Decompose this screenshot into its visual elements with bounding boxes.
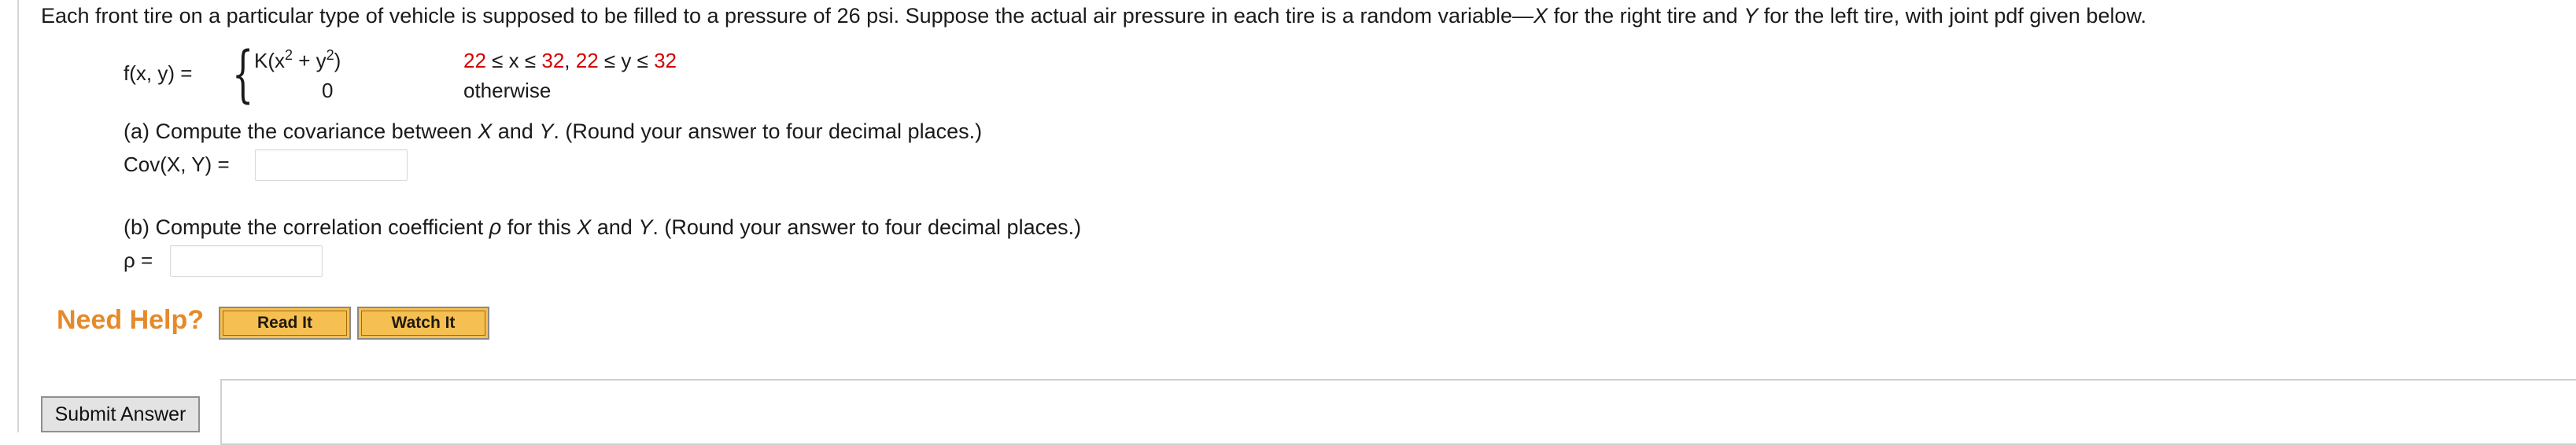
var-x: X [1533, 4, 1548, 28]
case1-expr-a: K(x [254, 49, 285, 72]
intro-text-1: Each front tire on a particular type of … [41, 4, 1534, 28]
part-b-prompt: (b) Compute the correlation coefficient … [124, 215, 1081, 240]
part-a-var-y: Y [539, 120, 554, 143]
joint-pdf: f(x, y) = { K(x2 + y2) 22 ≤ x ≤ 32, 22 ≤… [124, 39, 832, 115]
need-help-label: Need Help? [57, 305, 205, 335]
page-left-border [0, 0, 19, 432]
read-it-button[interactable]: Read It [219, 307, 351, 340]
part-b-text-4: . (Round your answer to four decimal pla… [652, 215, 1082, 239]
question-intro: Each front tire on a particular type of … [41, 2, 2146, 30]
intro-text-3: for the left tire, with joint pdf given … [1758, 4, 2146, 28]
part-b-text-3: and [591, 215, 639, 239]
cond-separator: , [564, 49, 576, 72]
y-inequality: ≤ y ≤ [598, 49, 655, 72]
y-upper-bound: 32 [654, 49, 677, 72]
covariance-answer-input[interactable] [255, 149, 408, 181]
intro-text-2: for the right tire and [1548, 4, 1744, 28]
watch-it-button[interactable]: Watch It [357, 307, 489, 340]
pdf-case1-condition: 22 ≤ x ≤ 32, 22 ≤ y ≤ 32 [463, 49, 677, 73]
part-b-text-2: for this [501, 215, 578, 239]
question-panel: Each front tire on a particular type of … [41, 0, 2576, 445]
part-a-text-1: (a) Compute the covariance between [124, 120, 478, 143]
x-upper-bound: 32 [541, 49, 565, 72]
case1-exp-2: 2 [326, 47, 334, 63]
pdf-lhs: f(x, y) = [124, 61, 193, 85]
case1-exp-1: 2 [285, 47, 293, 63]
pdf-case2-condition: otherwise [463, 79, 552, 102]
correlation-answer-input[interactable] [170, 245, 323, 277]
part-b-var-x: X [577, 215, 592, 239]
correlation-label: ρ = [124, 248, 153, 272]
x-lower-bound: 22 [463, 49, 486, 72]
x-inequality: ≤ x ≤ [485, 49, 542, 72]
part-b-var-rho: ρ [489, 215, 502, 239]
covariance-label: Cov(X, Y) = [124, 153, 230, 176]
y-lower-bound: 22 [575, 49, 599, 72]
case1-expr-b: + y [293, 49, 327, 72]
pdf-case2-expression: 0 [322, 79, 334, 102]
var-y: Y [1744, 4, 1759, 28]
part-a-prompt: (a) Compute the covariance between X and… [124, 120, 982, 144]
pdf-brace: { [232, 39, 254, 110]
answer-feedback-area [220, 379, 2576, 445]
part-a-text-3: . (Round your answer to four decimal pla… [553, 120, 983, 143]
part-b-var-y: Y [638, 215, 653, 239]
part-a-var-x: X [478, 120, 493, 143]
submit-answer-button[interactable]: Submit Answer [41, 396, 200, 432]
part-a-text-2: and [492, 120, 540, 143]
pdf-case1-expression: K(x2 + y2) [254, 47, 341, 73]
part-b-text-1: (b) Compute the correlation coefficient [124, 215, 489, 239]
case1-expr-c: ) [334, 49, 341, 72]
